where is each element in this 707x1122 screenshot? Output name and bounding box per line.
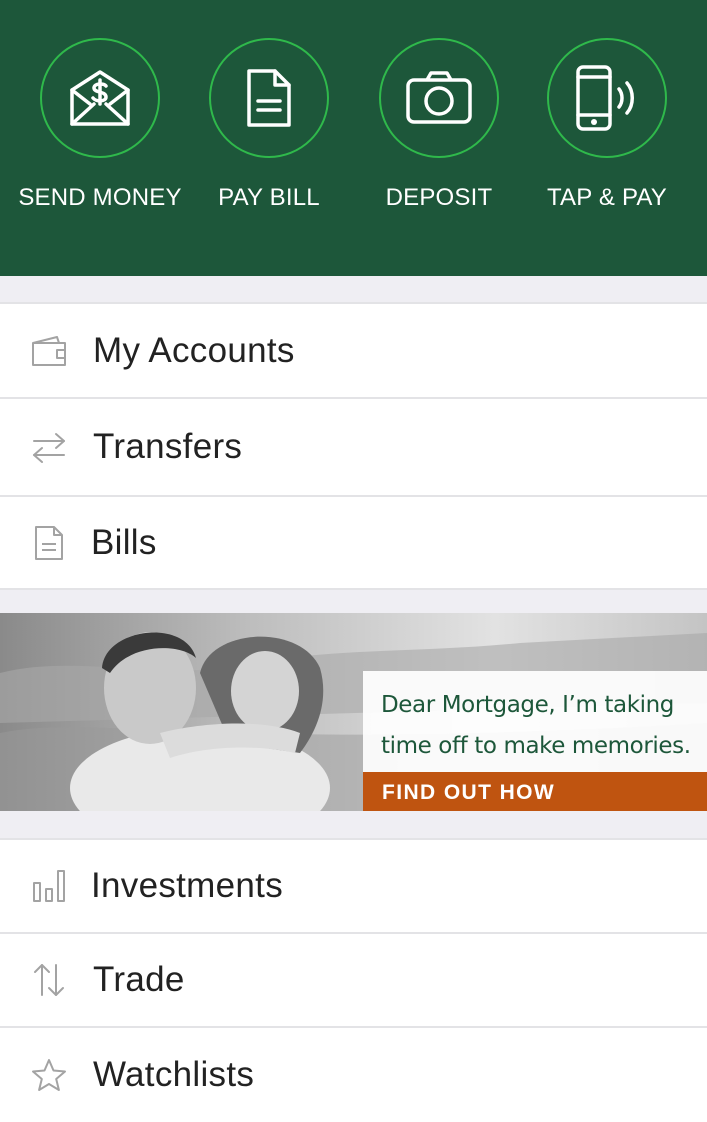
menu-item-transfers[interactable]: Transfers xyxy=(0,399,707,497)
menu-item-label: Transfers xyxy=(93,427,243,466)
send-money-label: SEND MONEY xyxy=(18,184,182,211)
up-down-arrows-icon xyxy=(30,961,68,999)
promo-message: Dear Mortgage, I’m taking time off to ma… xyxy=(381,692,691,759)
menu-group-banking: My Accounts Transfers Bills xyxy=(0,302,707,590)
menu-item-label: Watchlists xyxy=(93,1055,255,1094)
send-money-icon xyxy=(40,38,160,158)
camera-icon xyxy=(379,38,499,158)
transfer-arrows-icon xyxy=(30,428,68,466)
find-out-how-button[interactable]: FIND OUT HOW xyxy=(363,772,707,811)
bill-icon xyxy=(209,38,329,158)
wallet-icon xyxy=(30,332,68,370)
tap-and-pay-button[interactable]: TAP & PAY xyxy=(522,38,692,212)
promo-banner[interactable]: Dear Mortgage, I’m taking time off to ma… xyxy=(0,613,707,811)
menu-item-watchlists[interactable]: Watchlists xyxy=(0,1028,707,1122)
document-icon xyxy=(30,524,68,562)
promo-message-box: Dear Mortgage, I’m taking time off to ma… xyxy=(363,671,707,785)
deposit-button[interactable]: DEPOSIT xyxy=(354,38,524,212)
menu-item-label: Investments xyxy=(91,866,283,905)
bar-chart-icon xyxy=(30,867,68,905)
pay-bill-label: PAY BILL xyxy=(218,184,320,211)
menu-item-my-accounts[interactable]: My Accounts xyxy=(0,304,707,399)
menu-item-bills[interactable]: Bills xyxy=(0,497,707,588)
menu-item-investments[interactable]: Investments xyxy=(0,840,707,934)
menu-item-label: Bills xyxy=(91,522,157,562)
send-money-button[interactable]: SEND MONEY xyxy=(15,38,185,212)
quick-actions-header: SEND MONEY PAY BILL DEPOSIT TAP & PAY xyxy=(0,0,707,276)
deposit-label: DEPOSIT xyxy=(385,184,493,211)
star-icon xyxy=(30,1056,68,1094)
phone-tap-icon xyxy=(547,38,667,158)
menu-item-trade[interactable]: Trade xyxy=(0,934,707,1028)
tap-and-pay-label: TAP & PAY xyxy=(546,184,668,211)
menu-item-label: Trade xyxy=(93,960,185,999)
menu-item-label: My Accounts xyxy=(93,330,295,370)
menu-group-investing: Investments Trade Watchlists xyxy=(0,838,707,1122)
pay-bill-button[interactable]: PAY BILL xyxy=(184,38,354,212)
